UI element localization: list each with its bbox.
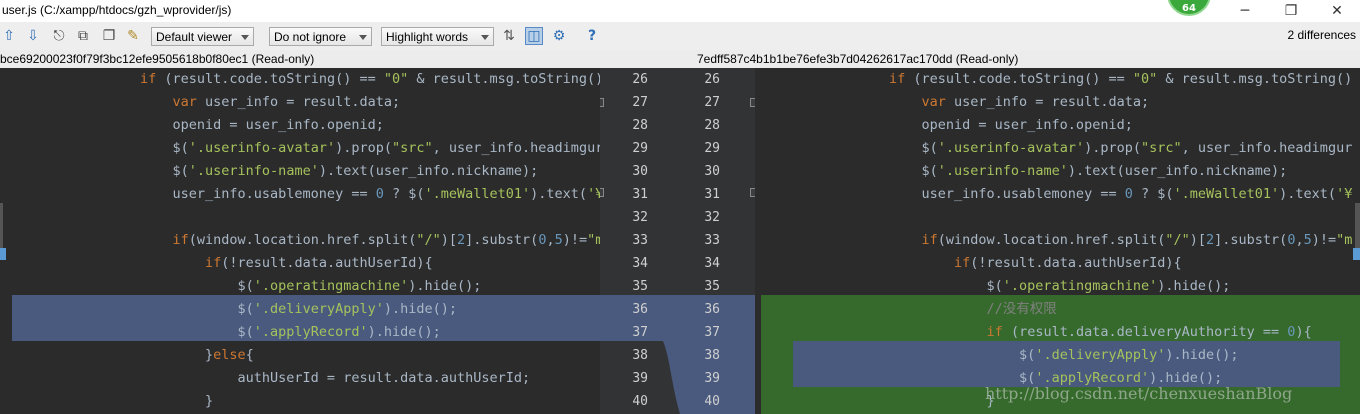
line-number: 28 bbox=[704, 118, 720, 133]
code-line[interactable]: if (result.code.toString() == "0" & resu… bbox=[140, 68, 600, 91]
diff-gutter: 26 27 28 29 30 31 32 33 34 35 36 37 38 39 40 26 27 28 29 3… bbox=[600, 68, 755, 414]
code-line[interactable]: $('.deliveryApply').hide(); bbox=[140, 298, 457, 321]
maximize-button[interactable]: ❐ bbox=[1268, 0, 1314, 22]
chevron-down-icon bbox=[359, 35, 367, 40]
ignore-whitespace-select[interactable]: Do not ignore bbox=[269, 27, 372, 46]
close-button[interactable]: ✕ bbox=[1314, 0, 1360, 22]
left-editor-pane[interactable]: if (result.code.toString() == "0" & resu… bbox=[0, 68, 600, 414]
code-line[interactable]: $('.userinfo-name').text(user_info.nickn… bbox=[889, 160, 1288, 183]
chevron-down-icon bbox=[481, 35, 489, 40]
code-line[interactable]: openid = user_info.openid; bbox=[140, 114, 384, 137]
code-line[interactable]: if(!result.data.authUserId){ bbox=[889, 252, 1182, 275]
line-number: 36 bbox=[704, 302, 720, 317]
line-number: 31 bbox=[632, 187, 648, 202]
code-line[interactable]: }else{ bbox=[140, 344, 254, 367]
compare-icon[interactable]: ⧉ bbox=[74, 27, 92, 45]
code-line[interactable]: openid = user_info.openid; bbox=[889, 114, 1133, 137]
fold-marker-icon[interactable] bbox=[600, 188, 604, 197]
line-number: 35 bbox=[704, 279, 720, 294]
right-scroll-thumb[interactable] bbox=[1353, 248, 1360, 260]
fold-marker-icon[interactable] bbox=[600, 98, 604, 107]
code-line[interactable]: $('.operatingmachine').hide(); bbox=[140, 275, 482, 298]
revision-header: bce69200023f0f79f3bc12efe9505618b0f80ec1… bbox=[0, 50, 1360, 68]
line-number: 33 bbox=[632, 233, 648, 248]
line-number: 32 bbox=[704, 210, 720, 225]
diff-toolbar: ⇧ ⇩ ⎋ ⧉ ❐ ✎ Default viewer Do not ignore… bbox=[0, 22, 1360, 50]
code-line[interactable]: $('.applyRecord').hide(); bbox=[140, 321, 441, 344]
left-scroll-thumb[interactable] bbox=[0, 248, 6, 260]
highlight-mode-select[interactable]: Highlight words bbox=[381, 27, 494, 46]
line-number: 26 bbox=[704, 72, 720, 87]
jump-to-source-icon[interactable]: ⎋ bbox=[50, 27, 68, 45]
line-number: 28 bbox=[632, 118, 648, 133]
line-number: 27 bbox=[632, 95, 648, 110]
chevron-down-icon bbox=[241, 35, 249, 40]
highlight-select-label: Highlight words bbox=[386, 30, 469, 44]
code-line[interactable]: user_info.usablemoney == 0 ? $('.meWalle… bbox=[140, 183, 601, 206]
line-number: 36 bbox=[632, 302, 648, 317]
help-icon[interactable]: ? bbox=[583, 27, 601, 45]
code-line[interactable]: $('.userinfo-name').text(user_info.nickn… bbox=[140, 160, 539, 183]
line-number: 30 bbox=[632, 164, 648, 179]
right-revision-label: 7edff587c4b1b1be76efe3b7d04262617ac170dd… bbox=[697, 52, 1019, 66]
sync-scroll-icon[interactable]: ◫ bbox=[525, 27, 543, 45]
code-line[interactable]: authUserId = result.data.authUserId; bbox=[140, 367, 531, 390]
line-number: 27 bbox=[704, 95, 720, 110]
code-line[interactable]: $('.userinfo-avatar').prop("src", user_i… bbox=[889, 137, 1353, 160]
collapse-unchanged-icon[interactable]: ⇅ bbox=[500, 27, 518, 45]
minimize-button[interactable]: ─ bbox=[1222, 0, 1268, 22]
viewer-select[interactable]: Default viewer bbox=[151, 27, 254, 46]
code-line[interactable]: if (result.code.toString() == "0" & resu… bbox=[889, 68, 1352, 91]
line-number: 38 bbox=[632, 348, 648, 363]
code-line[interactable]: if(window.location.href.split("/")[2].su… bbox=[889, 229, 1353, 252]
code-line[interactable]: $('.userinfo-avatar').prop("src", user_i… bbox=[140, 137, 601, 160]
line-number: 34 bbox=[632, 256, 648, 271]
window-titlebar: user.js (C:/xampp/htdocs/gzh_wprovider/j… bbox=[0, 0, 1360, 22]
copy-icon[interactable]: ❐ bbox=[100, 27, 118, 45]
line-number: 38 bbox=[704, 348, 720, 363]
window-title: user.js (C:/xampp/htdocs/gzh_wprovider/j… bbox=[2, 3, 232, 17]
left-revision-label: bce69200023f0f79f3bc12efe9505618b0f80ec1… bbox=[0, 52, 315, 66]
viewer-select-label: Default viewer bbox=[156, 30, 233, 44]
code-line[interactable]: var user_info = result.data; bbox=[889, 91, 1150, 114]
code-line[interactable]: $('.deliveryApply').hide(); bbox=[889, 344, 1238, 367]
notification-badge[interactable]: 64 bbox=[1167, 0, 1211, 16]
line-number: 32 bbox=[632, 210, 648, 225]
line-number: 33 bbox=[704, 233, 720, 248]
line-number: 29 bbox=[704, 141, 720, 156]
code-line[interactable]: var user_info = result.data; bbox=[140, 91, 401, 114]
line-number: 34 bbox=[704, 256, 720, 271]
line-number: 39 bbox=[704, 371, 720, 386]
right-editor-pane[interactable]: if (result.code.toString() == "0" & resu… bbox=[755, 68, 1360, 414]
line-number: 39 bbox=[632, 371, 648, 386]
code-line[interactable]: if (result.data.deliveryAuthority == 0){ bbox=[889, 321, 1312, 344]
code-line[interactable]: //没有权限 bbox=[889, 298, 1057, 321]
code-line[interactable]: } bbox=[140, 390, 213, 413]
code-line[interactable]: if(window.location.href.split("/")[2].su… bbox=[140, 229, 600, 252]
line-number: 30 bbox=[704, 164, 720, 179]
line-number: 29 bbox=[632, 141, 648, 156]
code-line[interactable]: } bbox=[889, 390, 995, 413]
differences-count: 2 differences bbox=[1287, 28, 1357, 42]
settings-gear-icon[interactable]: ⚙ bbox=[550, 27, 568, 45]
line-number: 37 bbox=[704, 325, 720, 340]
previous-difference-icon[interactable]: ⇧ bbox=[0, 27, 18, 45]
line-number: 40 bbox=[704, 394, 720, 409]
line-number: 40 bbox=[632, 394, 648, 409]
line-number: 26 bbox=[632, 72, 648, 87]
line-number: 31 bbox=[704, 187, 720, 202]
next-difference-icon[interactable]: ⇩ bbox=[24, 27, 42, 45]
line-number: 35 bbox=[632, 279, 648, 294]
watermark-text: http://blog.csdn.net/chenxueshanBlog bbox=[985, 384, 1293, 403]
code-line[interactable]: if(!result.data.authUserId){ bbox=[140, 252, 433, 275]
code-line[interactable]: $('.operatingmachine').hide(); bbox=[889, 275, 1231, 298]
line-number: 37 bbox=[632, 325, 648, 340]
code-line[interactable]: user_info.usablemoney == 0 ? $('.meWalle… bbox=[889, 183, 1353, 206]
edit-icon[interactable]: ✎ bbox=[124, 27, 142, 45]
ignore-select-label: Do not ignore bbox=[274, 30, 347, 44]
